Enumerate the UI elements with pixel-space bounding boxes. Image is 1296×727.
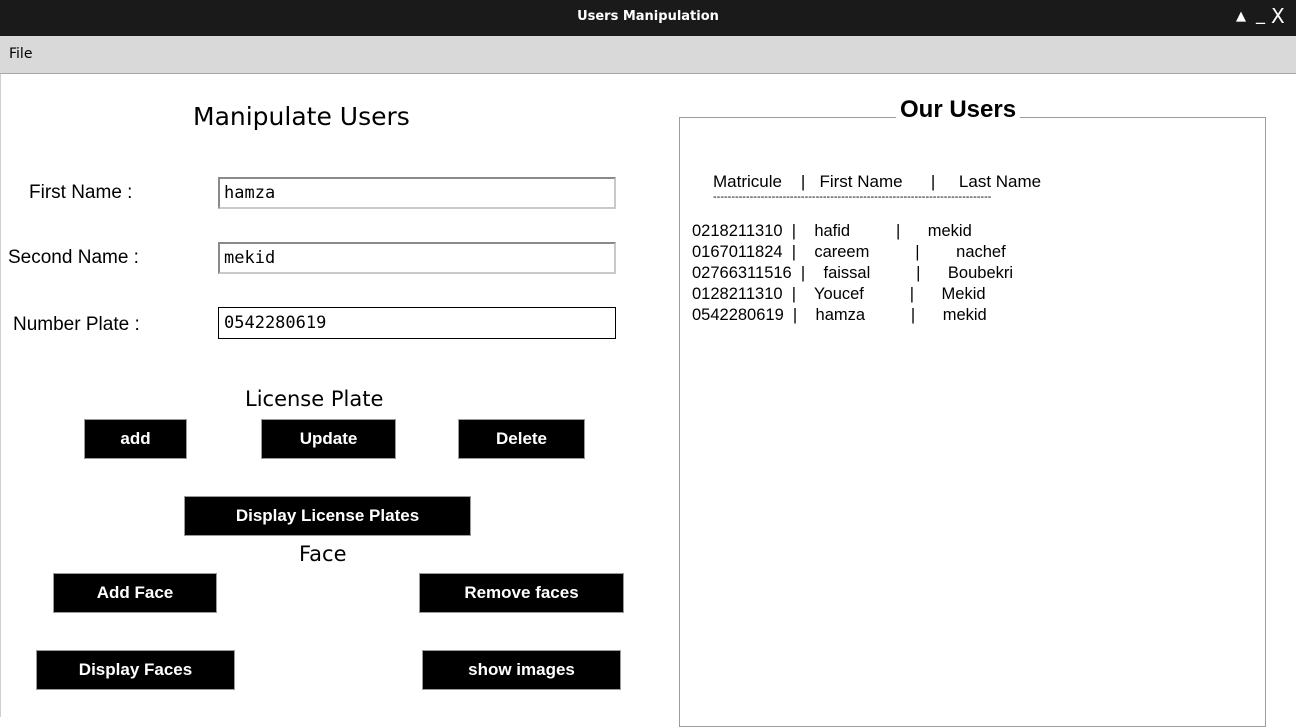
shade-window-icon[interactable]: ▲ [1236, 9, 1246, 24]
second-name-input[interactable] [218, 242, 616, 274]
display-faces-button[interactable]: Display Faces [36, 650, 235, 690]
add-button[interactable]: add [84, 419, 187, 459]
delete-button[interactable]: Delete [458, 419, 585, 459]
users-row: 0167011824 | careem | nachef [692, 243, 1006, 261]
number-plate-input[interactable] [218, 307, 616, 339]
our-users-title: Our Users [896, 96, 1021, 124]
display-license-plates-button[interactable]: Display License Plates [184, 496, 471, 536]
second-name-label: Second Name : [8, 247, 139, 268]
users-row: 0128211310 | Youcef | Mekid [692, 285, 986, 303]
users-row: 02766311516 | faissal | Boubekri [692, 264, 1014, 282]
first-name-input[interactable] [218, 177, 616, 209]
file-menu[interactable]: File [9, 46, 32, 62]
first-name-label: First Name : [29, 182, 133, 203]
number-plate-label: Number Plate : [13, 314, 140, 335]
users-group-box [679, 117, 1266, 727]
face-heading: Face [299, 542, 347, 566]
minimize-icon[interactable]: _ [1256, 4, 1265, 25]
users-row: 0218211310 | hafid | mekid [692, 222, 972, 240]
title-bar: Users Manipulation ▲ _ X [0, 0, 1296, 36]
users-row: 0542280619 | hamza | mekid [692, 306, 987, 324]
update-button[interactable]: Update [261, 419, 396, 459]
remove-faces-button[interactable]: Remove faces [419, 573, 624, 613]
users-table-separator: ----------------------------------------… [713, 191, 992, 203]
users-table-header: Matricule | First Name | Last Name [713, 172, 1042, 191]
close-icon[interactable]: X [1271, 4, 1285, 28]
menu-bar: File [0, 36, 1296, 74]
manipulate-users-heading: Manipulate Users [193, 102, 410, 131]
add-face-button[interactable]: Add Face [53, 573, 217, 613]
show-images-button[interactable]: show images [422, 650, 621, 690]
license-plate-heading: License Plate [245, 387, 384, 411]
window-title: Users Manipulation [577, 9, 719, 24]
